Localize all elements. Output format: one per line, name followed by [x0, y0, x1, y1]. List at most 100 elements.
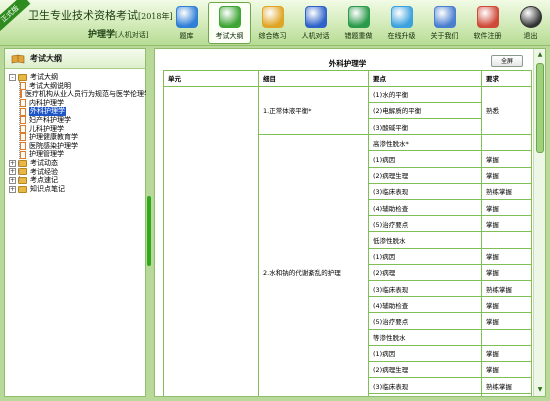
requirement-cell: 掌握: [481, 263, 532, 281]
app-title: 卫生专业技术资格考试[2018年]: [28, 7, 173, 23]
point-cell: (3)临床表现: [368, 377, 482, 395]
requirement-cell: 掌握: [481, 296, 532, 314]
expand-icon[interactable]: +: [9, 168, 16, 176]
syllabus-icon: [218, 6, 241, 28]
dialogue-button[interactable]: 人机对话: [294, 2, 337, 44]
register-button[interactable]: 软件注册: [466, 2, 509, 44]
point-cell: (1)病因: [368, 344, 482, 362]
point-cell: (5)治疗要点: [368, 312, 482, 330]
tree-item-label: 医疗机构从业人员行为规范与医学伦理学: [25, 90, 151, 99]
pane-splitter[interactable]: [146, 48, 152, 397]
document-icon: [20, 150, 26, 159]
tree-item[interactable]: + 考试经验: [9, 168, 145, 177]
point-cell: (4)辅助检查: [368, 198, 482, 217]
tree-item-label: 考点速记: [30, 176, 58, 185]
point-cell: (1)病因: [368, 247, 482, 265]
item-cell: 1.正常体液平衡*: [258, 85, 369, 136]
point-cell: (1)水的平衡: [368, 85, 482, 103]
document-icon: [20, 133, 26, 142]
tree-item[interactable]: + 考点速记: [9, 176, 145, 185]
table-caption-row: 外科护理学: [164, 57, 532, 70]
book-icon: [11, 54, 25, 63]
toolbar-label: 考试大纲: [215, 32, 244, 40]
tree-item[interactable]: + 考试动态: [9, 159, 145, 168]
splitter-grip[interactable]: [147, 196, 151, 266]
toolbar-label: 软件注册: [473, 32, 502, 40]
tree-item[interactable]: 外科护理学: [9, 107, 145, 116]
question-bank-button[interactable]: 题库: [165, 2, 208, 44]
tree-item-label: 妇产科护理学: [29, 115, 71, 124]
expand-icon[interactable]: +: [9, 185, 16, 193]
unit-cell: [163, 85, 259, 396]
toolbar-label: 人机对话: [301, 32, 330, 40]
dialogue-icon: [304, 6, 327, 28]
tree-item-label: 护理管理学: [29, 150, 64, 159]
header-item: 细目: [258, 69, 369, 87]
document-icon: [20, 107, 26, 116]
redo-button[interactable]: 错题重做: [337, 2, 380, 44]
edition-badge: 正式版: [0, 0, 31, 34]
expand-icon[interactable]: +: [9, 159, 16, 167]
fullscreen-button[interactable]: 全屏: [491, 55, 523, 67]
point-cell: (3)酸碱平衡: [368, 118, 482, 136]
point-cell: (2)病理生理: [368, 166, 482, 184]
requirement-cell: 掌握: [481, 215, 532, 233]
tree-item-label: 考试大纲: [30, 73, 58, 81]
upgrade-icon: [390, 6, 413, 28]
tree-item-label: 考试动态: [30, 158, 58, 167]
point-cell: (4)辅助检查: [368, 393, 482, 396]
expand-icon[interactable]: +: [9, 176, 16, 184]
exercise-button[interactable]: 综合练习: [251, 2, 294, 44]
syllabus-table: 外科护理学 单元 细目 要点 要求 1.正常体液平衡* (1)水的平衡 熟悉 (2)电…: [163, 57, 532, 396]
vertical-scrollbar[interactable]: ▲ ▼: [533, 49, 545, 396]
document-icon: [20, 124, 26, 133]
requirement-cell: 掌握: [481, 360, 532, 379]
requirement-cell: 熟练掌握: [481, 182, 532, 201]
tree-item[interactable]: 妇产科护理学: [9, 116, 145, 125]
collapse-icon[interactable]: -: [9, 73, 16, 81]
tree-item-label: 儿科护理学: [29, 124, 64, 133]
redo-icon: [347, 6, 370, 28]
point-cell: (4)辅助检查: [368, 296, 482, 314]
tree-item-label: 护理健康教育学: [29, 133, 78, 142]
requirement-cell: 熟练掌握: [481, 279, 532, 298]
app-title-text: 卫生专业技术资格考试: [28, 9, 138, 22]
subject-name: 护理学: [88, 30, 116, 40]
header-unit: 单元: [163, 69, 259, 87]
tree-item[interactable]: 考试大纲说明: [9, 82, 145, 91]
about-icon: [433, 6, 456, 28]
sidebar-title: 考试大纲: [30, 54, 62, 63]
table-caption-text: 外科护理学: [328, 58, 367, 68]
tree-item[interactable]: 护理管理学: [9, 150, 145, 159]
table-caption: 外科护理学: [164, 57, 532, 70]
tree-item[interactable]: + 知识点笔记: [9, 185, 145, 194]
point-cell: (3)临床表现: [368, 279, 482, 298]
exit-button[interactable]: 退出: [509, 2, 550, 44]
tree-item[interactable]: 医疗机构从业人员行为规范与医学伦理学: [9, 90, 151, 99]
about-button[interactable]: 关于我们: [423, 2, 466, 44]
scroll-down-arrow-icon[interactable]: ▼: [535, 385, 545, 395]
point-cell: (2)电解质的平衡: [368, 101, 482, 120]
tree-item-label: 知识点笔记: [30, 184, 65, 193]
upgrade-button[interactable]: 在线升级: [380, 2, 423, 44]
section-heading-cell: 低渗性脱水: [368, 231, 482, 249]
requirement-cell: 熟练掌握: [481, 377, 532, 395]
item-cell: 2.水和钠的代谢紊乱的护理: [258, 134, 369, 396]
tree-item[interactable]: 护理健康教育学: [9, 133, 145, 142]
requirement-cell: 掌握: [481, 247, 532, 265]
main-frame: 考试大纲 - 考试大纲 考试大纲说明 医疗机构从业人员行为规范与医学伦理学 内科护理学外…: [4, 48, 547, 397]
toolbar-label: 错题重做: [344, 32, 373, 40]
tree-item[interactable]: - 考试大纲: [9, 73, 145, 82]
scroll-up-arrow-icon[interactable]: ▲: [535, 50, 545, 60]
point-cell: (5)治疗要点: [368, 215, 482, 233]
requirement-cell: [481, 231, 532, 249]
syllabus-button[interactable]: 考试大纲: [208, 2, 251, 44]
register-icon: [476, 6, 499, 28]
table-header-row: 单元 细目 要点 要求: [163, 69, 532, 87]
header-point: 要点: [368, 69, 482, 87]
document-icon: [20, 90, 22, 99]
scroll-thumb[interactable]: [536, 63, 544, 153]
requirement-cell: 掌握: [481, 198, 532, 217]
tree-item[interactable]: 儿科护理学: [9, 125, 145, 134]
tree-item-label: 考试大纲说明: [29, 81, 71, 90]
